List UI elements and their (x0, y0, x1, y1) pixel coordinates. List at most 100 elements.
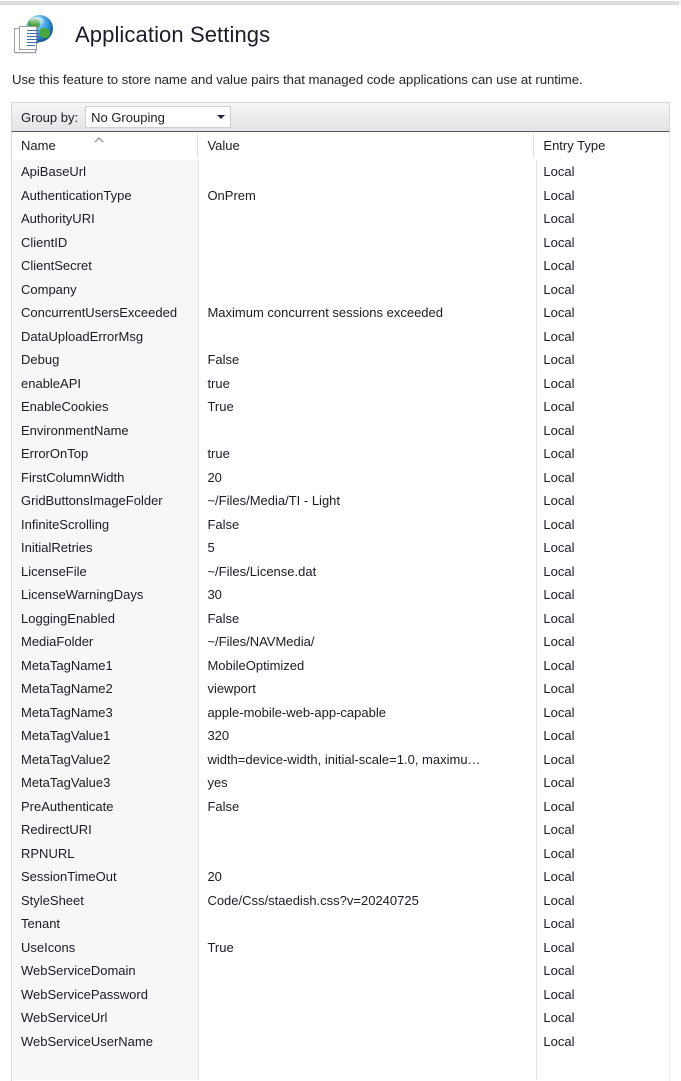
column-header-entry-type-label: Entry Type (543, 138, 606, 153)
table-row[interactable]: AuthenticationType OnPrem Local (12, 184, 669, 208)
table-cell-name: StyleSheet (21, 892, 84, 908)
table-row[interactable]: LicenseWarningDays 30 Local (12, 583, 669, 607)
table-row[interactable]: WebServiceUserName Local (12, 1030, 669, 1054)
table-row[interactable]: MetaTagValue3 yes Local (12, 771, 669, 795)
table-cell-name: Debug (21, 352, 60, 367)
table-row[interactable]: GridButtonsImageFolder ~/Files/Media/TI -… (12, 489, 669, 513)
table-cell-entry: Local (543, 751, 575, 767)
document-text-line (27, 33, 39, 34)
table-cell-value: 20 (207, 869, 222, 884)
table-cell-entry: Local (543, 1010, 575, 1025)
table-row[interactable]: ClientID Local (12, 231, 669, 255)
table-row[interactable]: MetaTagValue2 width=device-width, initial… (12, 748, 669, 772)
table-row[interactable]: LoggingEnabled False Local (12, 607, 669, 631)
table-cell-name: MetaTagValue1 (21, 728, 111, 743)
table-row[interactable]: UseIcons True Local (12, 936, 669, 960)
globe-document-icon (13, 14, 55, 56)
table-row[interactable]: MetaTagName1 MobileOptimized Local (12, 654, 669, 678)
table-cell-entry: Local (543, 164, 575, 179)
table-cell-entry: Local (543, 563, 575, 579)
group-by-dropdown[interactable]: No Grouping (85, 106, 232, 128)
table-row[interactable]: PreAuthenticate False Local (12, 795, 669, 819)
table-cell-value: true (207, 446, 230, 461)
table-cell-value: Maximum concurrent sessions exceeded (207, 305, 443, 320)
table-row[interactable]: MediaFolder ~/Files/NAVMedia/Local (12, 630, 669, 654)
table-cell-name: ClientSecret (21, 258, 92, 273)
table-cell-value: 20 (207, 469, 222, 485)
document-page (19, 26, 39, 50)
column-header-entry-type[interactable]: Entry Type (534, 132, 669, 159)
table-row[interactable]: RPNURL Local (12, 842, 669, 866)
table-row[interactable]: InfiniteScrolling False Local (12, 513, 669, 537)
table-row[interactable]: Company Local (12, 278, 669, 302)
page-title: Application Settings (75, 22, 271, 47)
table-row[interactable]: FirstColumnWidth 20 Local (12, 466, 669, 490)
table-cell-entry: Local (543, 211, 575, 226)
table-row[interactable]: DataUploadErrorMsg Local (12, 325, 669, 349)
table-cell-value: yes (207, 775, 228, 790)
table-cell-value: True (207, 399, 234, 414)
table-row[interactable]: MetaTagValue1 320 Local (12, 724, 669, 748)
document-icon (14, 26, 39, 53)
table-cell-entry: Local (543, 281, 575, 297)
column-header-name[interactable]: Name (12, 132, 199, 159)
table-cell-name: UseIcons (21, 939, 76, 955)
table-row[interactable]: LicenseFile ~/Files/License.dat Local (12, 560, 669, 584)
table-cell-entry: Local (543, 587, 575, 602)
column-header-value[interactable]: Value (198, 132, 535, 159)
table-cell-value: ~/Files/NAVMedia/ (207, 634, 315, 649)
table-cell-entry: Local (543, 916, 575, 931)
table-cell-name: WebServicePassword (21, 986, 148, 1002)
table-cell-name: ConcurrentUsersExceeded (21, 305, 178, 320)
table-cell-name: MetaTagName3 (21, 704, 113, 720)
table-cell-entry: Local (543, 446, 575, 461)
table-row[interactable]: ErrorOnTop true Local (12, 442, 669, 466)
table-cell-value: Code/Css/staedish.css?v=20240725 (207, 892, 419, 908)
table-cell-entry: Local (543, 234, 575, 250)
table-cell-entry: Local (543, 1033, 575, 1049)
table-cell-value: MobileOptimized (207, 657, 305, 673)
table-row[interactable]: MetaTagName3 apple-mobile-web-app-capable… (12, 701, 669, 725)
table-row[interactable]: EnableCookies True Local (12, 395, 669, 419)
table-row[interactable]: ConcurrentUsersExceeded Maximum concurren… (12, 301, 669, 325)
table-cell-entry: Local (543, 352, 575, 367)
table-cell-name: InfiniteScrolling (21, 516, 110, 532)
table-cell-entry: Local (543, 845, 575, 861)
table-cell-entry: Local (543, 634, 575, 649)
table-row[interactable]: MetaTagName2 viewport Local (12, 677, 669, 701)
table-cell-value: apple-mobile-web-app-capable (207, 704, 386, 720)
table-row[interactable]: WebServiceDomain Local (12, 959, 669, 983)
table-cell-name: WebServiceUrl (21, 1010, 108, 1025)
table-cell-entry: Local (543, 963, 575, 978)
table-row[interactable]: WebServiceUrl Local (12, 1006, 669, 1030)
table-cell-value: viewport (207, 681, 256, 696)
table-cell-entry: Local (543, 258, 575, 273)
table-row[interactable]: AuthorityURI Local (12, 207, 669, 231)
table-cell-name: MetaTagValue2 (21, 751, 111, 767)
chevron-down-icon[interactable] (212, 107, 230, 127)
table-row[interactable]: ClientSecret Local (12, 254, 669, 278)
application-settings-list[interactable]: Name Value Entry Type ApiBaseUrl Local Aut… (11, 132, 670, 1081)
table-row[interactable]: SessionTimeOut 20 Local (12, 865, 669, 889)
table-cell-name: Tenant (21, 916, 61, 931)
table-cell-name: RPNURL (21, 845, 75, 861)
table-cell-entry: Local (543, 493, 575, 508)
table-cell-value: False (207, 516, 240, 532)
table-row[interactable]: ApiBaseUrl Local (12, 160, 669, 184)
table-row[interactable]: WebServicePassword Local (12, 983, 669, 1007)
table-cell-name: EnvironmentName (21, 422, 129, 438)
table-row[interactable]: Debug False Local (12, 348, 669, 372)
table-row[interactable]: EnvironmentName Local (12, 419, 669, 443)
feature-description: Use this feature to store name and value… (12, 72, 583, 87)
group-by-toolbar: Group by: No Grouping (11, 102, 670, 132)
table-cell-name: DataUploadErrorMsg (21, 328, 144, 344)
table-cell-entry: Local (543, 798, 575, 814)
table-cell-value: width=device-width, initial-scale=1.0, m… (207, 751, 481, 767)
table-row[interactable]: Tenant Local (12, 912, 669, 936)
table-row[interactable]: InitialRetries 5 Local (12, 536, 669, 560)
table-cell-value: False (207, 352, 240, 367)
table-row[interactable]: enableAPI true Local (12, 372, 669, 396)
table-row[interactable]: RedirectURI Local (12, 818, 669, 842)
table-cell-entry: Local (543, 399, 575, 414)
table-row[interactable]: StyleSheet Code/Css/staedish.css?v=202407… (12, 889, 669, 913)
